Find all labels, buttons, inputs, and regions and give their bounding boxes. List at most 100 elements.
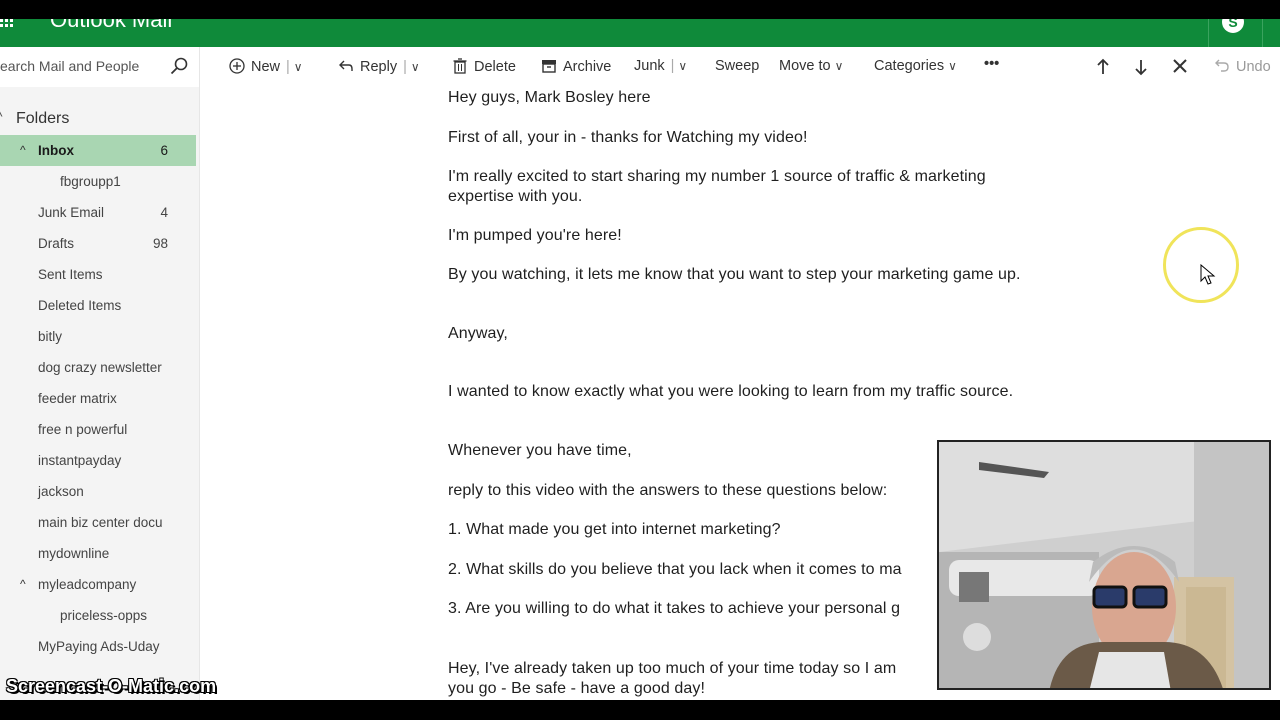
folder-label: fbgroupp1	[60, 174, 121, 189]
chevron-up-icon[interactable]: ^	[0, 108, 3, 124]
folder-item-priceless-opps[interactable]: priceless-opps	[0, 600, 196, 631]
folder-item-feeder-matrix[interactable]: feeder matrix	[0, 383, 196, 414]
folder-label: priceless-opps	[60, 608, 148, 623]
item-count: 98	[152, 236, 168, 251]
search-box[interactable]: earch Mail and People	[0, 47, 199, 87]
move-to-label: Move to	[779, 58, 831, 74]
folder-item-mydownline[interactable]: mydownline	[0, 538, 196, 569]
folder-item-myleadcompany[interactable]: ^ myleadcompany	[0, 569, 196, 600]
message-line: Anyway,	[448, 325, 508, 342]
folder-label: dog crazy newsletter	[38, 360, 162, 375]
message-line: First of all, your in - thanks for Watch…	[448, 129, 808, 146]
new-button[interactable]: New | ∨	[229, 58, 303, 75]
folder-item-instantpayday[interactable]: instantpayday	[0, 445, 196, 476]
folder-item-main-biz-center[interactable]: main biz center docu	[0, 507, 196, 538]
message-line: Hey guys, Mark Bosley here	[448, 89, 651, 106]
move-to-button[interactable]: Move to ∨	[779, 58, 843, 74]
close-icon[interactable]	[1173, 59, 1187, 73]
new-label: New	[251, 59, 281, 75]
folder-pane: earch Mail and People ^ Folders ^ Inbox …	[0, 47, 200, 700]
skype-icon[interactable]: S	[1222, 19, 1244, 33]
folder-item-drafts[interactable]: Drafts 98	[0, 228, 196, 259]
header-divider	[1262, 19, 1263, 47]
chevron-down-icon[interactable]: ∨	[411, 60, 420, 74]
command-bar: New | ∨ Reply | ∨ Delete Archive Junk | ∨ Swee…	[200, 47, 1280, 87]
search-input[interactable]: earch Mail and People	[0, 58, 139, 74]
arrow-down-icon[interactable]	[1133, 58, 1149, 76]
chevron-up-icon[interactable]: ^	[20, 143, 26, 157]
unread-count: 6	[160, 143, 168, 158]
archive-icon	[542, 60, 556, 73]
chevron-up-icon[interactable]: ^	[20, 577, 26, 591]
split-divider: |	[286, 59, 290, 75]
folder-item-free-n-powerful[interactable]: free n powerful	[0, 414, 196, 445]
search-icon[interactable]	[170, 57, 188, 75]
folder-item-jackson[interactable]: jackson	[0, 476, 196, 507]
junk-label: Junk	[634, 58, 665, 74]
chevron-down-icon: ∨	[834, 59, 844, 73]
letterbox-bottom	[0, 700, 1280, 720]
folder-label: main biz center docu	[38, 515, 163, 530]
webcam-image	[939, 442, 1269, 688]
undo-label: Undo	[1236, 59, 1271, 75]
folder-label: Deleted Items	[38, 298, 122, 313]
header-divider	[1208, 19, 1209, 47]
arrow-up-icon[interactable]	[1095, 58, 1111, 76]
delete-button[interactable]: Delete	[452, 58, 516, 75]
letterbox-top	[0, 0, 1280, 19]
split-divider: |	[670, 58, 675, 74]
folder-item-inbox[interactable]: ^ Inbox 6	[0, 135, 196, 166]
undo-icon	[1215, 59, 1229, 72]
folder-label: Drafts	[38, 236, 75, 251]
webcam-overlay	[937, 440, 1271, 690]
folder-label: free n powerful	[38, 422, 128, 437]
folder-item-fbgroupp1[interactable]: fbgroupp1	[0, 166, 196, 197]
folder-label: feeder matrix	[38, 391, 117, 406]
folder-label: Junk Email	[38, 205, 105, 220]
more-icon: •••	[984, 56, 1000, 72]
message-line: By you watching, it lets me know that yo…	[448, 266, 1021, 283]
reply-button[interactable]: Reply | ∨	[338, 58, 420, 75]
delete-label: Delete	[474, 59, 516, 75]
folder-item-sent-items[interactable]: Sent Items	[0, 259, 196, 290]
app-launcher-icon[interactable]	[0, 19, 14, 29]
archive-button[interactable]: Archive	[541, 58, 611, 75]
folder-item-junk-email[interactable]: Junk Email 4	[0, 197, 196, 228]
plus-circle-icon	[229, 58, 245, 74]
folders-heading: Folders	[16, 110, 70, 127]
folder-label: bitly	[38, 329, 63, 344]
app-header: Outlook Mail S	[0, 19, 1280, 47]
archive-label: Archive	[563, 59, 612, 75]
folder-label: myleadcompany	[38, 577, 137, 592]
message-line: I wanted to know exactly what you were l…	[448, 383, 1014, 400]
folder-item-deleted-items[interactable]: Deleted Items	[0, 290, 196, 321]
trash-icon	[453, 58, 467, 74]
folder-item-dog-crazy-newsletter[interactable]: dog crazy newsletter	[0, 352, 196, 383]
chevron-down-icon[interactable]: ∨	[294, 60, 303, 74]
recorder-watermark: Screencast-O-Matic.com	[6, 676, 217, 696]
screen: Outlook Mail S earch Mail and People ^ F…	[0, 0, 1280, 720]
mouse-pointer-icon	[1200, 264, 1216, 285]
sweep-button[interactable]: Sweep	[715, 58, 759, 74]
unread-count: 4	[160, 205, 168, 220]
more-actions-button[interactable]: •••	[984, 56, 999, 72]
folder-label: instantpayday	[38, 453, 122, 468]
folder-item-bitly[interactable]: bitly	[0, 321, 196, 352]
folder-label: Sent Items	[38, 267, 103, 282]
junk-button[interactable]: Junk | ∨	[634, 58, 687, 74]
reply-label: Reply	[360, 59, 398, 75]
folder-label: mydownline	[38, 546, 110, 561]
split-divider: |	[403, 59, 407, 75]
message-line: I'm really excited to start sharing my n…	[448, 168, 986, 205]
undo-button[interactable]: Undo	[1214, 58, 1271, 75]
reply-icon	[339, 60, 353, 71]
folder-item-mypaying-ads-uday[interactable]: MyPaying Ads-Uday	[0, 631, 196, 662]
app-title: Outlook Mail	[50, 19, 173, 32]
folder-label: MyPaying Ads-Uday	[38, 639, 160, 654]
folder-label: jackson	[38, 484, 84, 499]
chevron-down-icon[interactable]: ∨	[678, 59, 687, 73]
chevron-down-icon: ∨	[948, 59, 957, 73]
categories-button[interactable]: Categories ∨	[874, 58, 957, 74]
folder-label: Inbox	[38, 143, 74, 158]
sweep-label: Sweep	[715, 58, 760, 74]
